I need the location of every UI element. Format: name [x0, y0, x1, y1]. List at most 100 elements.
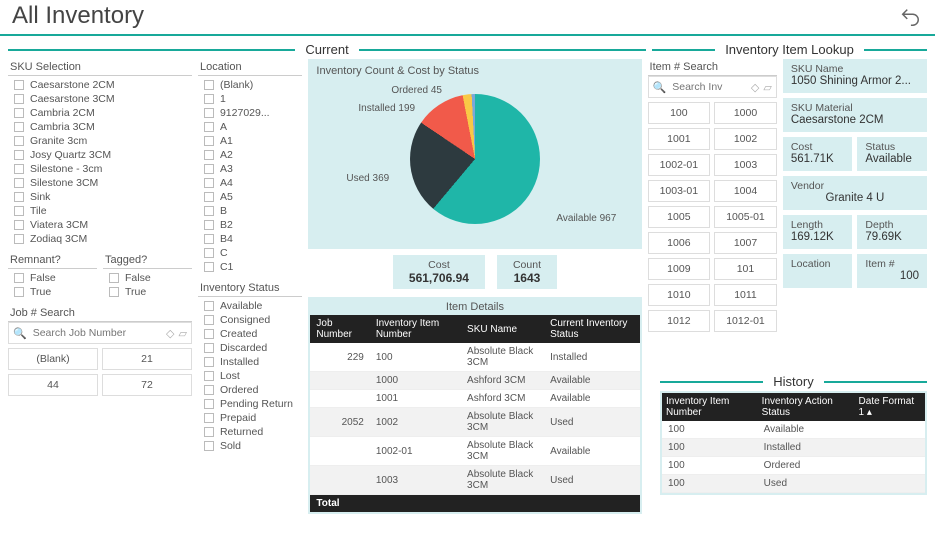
chart-inventory-count-cost[interactable]: Inventory Count & Cost by Status Ordered… [308, 59, 641, 249]
slicer-option[interactable]: A3 [198, 162, 302, 176]
filter-pill[interactable]: 1000 [714, 102, 777, 124]
slicer-option[interactable]: 9127029... [198, 106, 302, 120]
slicer-location[interactable]: Location (Blank)19127029...AA1A2A3A4A5BB… [198, 59, 302, 274]
slicer-option[interactable]: Lost [198, 369, 302, 383]
slicer-option[interactable]: A2 [198, 148, 302, 162]
slicer-option[interactable]: 1 [198, 92, 302, 106]
filter-pill[interactable]: 1009 [648, 258, 711, 280]
filter-pill[interactable]: 1003-01 [648, 180, 711, 202]
filter-pill[interactable]: 101 [714, 258, 777, 280]
table-row[interactable]: 100Ordered [662, 457, 925, 475]
pin-icon[interactable]: ◇ [166, 327, 174, 340]
table-row[interactable]: 1003Absolute Black 3CMUsed [310, 466, 639, 495]
slicer-option[interactable]: Zodiaq 3CM [8, 232, 192, 246]
slicer-option[interactable]: Prepaid [198, 411, 302, 425]
slicer-option[interactable]: Available [198, 299, 302, 313]
column-header[interactable]: Inventory Action Status [758, 393, 855, 421]
slicer-option[interactable]: Pending Return [198, 397, 302, 411]
slicer-option[interactable]: Created [198, 327, 302, 341]
slicer-option[interactable]: B [198, 204, 302, 218]
filter-pill[interactable]: (Blank) [8, 348, 98, 370]
slicer-option[interactable]: Returned [198, 425, 302, 439]
slicer-item-search[interactable]: Item # Search 🔍 ◇ ▱ 1001000100110021002-… [648, 59, 777, 332]
slicer-option[interactable]: Cambria 2CM [8, 106, 192, 120]
column-header[interactable]: Inventory Item Number [662, 393, 758, 421]
slicer-option[interactable]: C [198, 246, 302, 260]
slicer-remnant[interactable]: Remnant? FalseTrue [8, 252, 97, 299]
column-header[interactable]: SKU Name [461, 315, 544, 343]
table-row[interactable]: 100Installed [662, 439, 925, 457]
slicer-sku-selection[interactable]: SKU Selection Caesarstone 2CMCaesarstone… [8, 59, 192, 246]
table-row[interactable]: 20521002Absolute Black 3CMUsed [310, 408, 639, 437]
slicer-option[interactable]: Cambria 3CM [8, 120, 192, 134]
slicer-option[interactable]: Consigned [198, 313, 302, 327]
filter-pill[interactable]: 72 [102, 374, 192, 396]
job-search-input[interactable] [31, 326, 162, 340]
slicer-option[interactable]: Silestone 3CM [8, 176, 192, 190]
column-header[interactable]: Current Inventory Status [544, 315, 639, 343]
table-row[interactable]: 229100Absolute Black 3CMInstalled [310, 343, 639, 372]
pin-icon[interactable]: ◇ [751, 81, 759, 94]
filter-pill[interactable]: 1003 [714, 154, 777, 176]
slicer-option[interactable]: A5 [198, 190, 302, 204]
filter-pill[interactable]: 1011 [714, 284, 777, 306]
filter-pill[interactable]: 1006 [648, 232, 711, 254]
slicer-option[interactable]: True [103, 285, 192, 299]
filter-pill[interactable]: 21 [102, 348, 192, 370]
eraser-icon[interactable]: ▱ [763, 81, 771, 94]
slicer-inventory-status[interactable]: Inventory Status AvailableConsignedCreat… [198, 280, 302, 453]
slicer-option[interactable]: B4 [198, 232, 302, 246]
table-row[interactable]: 100Used [662, 475, 925, 493]
slicer-option[interactable]: (Blank) [198, 78, 302, 92]
filter-pill[interactable]: 1010 [648, 284, 711, 306]
slicer-option[interactable]: Ordered [198, 383, 302, 397]
pie-label-installed: Installed 199 [358, 103, 415, 114]
table-history[interactable]: Inventory Item NumberInventory Action St… [660, 391, 927, 495]
filter-pill[interactable]: 1002 [714, 128, 777, 150]
filter-pill[interactable]: 1004 [714, 180, 777, 202]
filter-pill[interactable]: 1012-01 [714, 310, 777, 332]
column-header[interactable]: Date Format 1 [855, 393, 925, 421]
slicer-option[interactable]: Sink [8, 190, 192, 204]
slicer-option[interactable]: Josy Quartz 3CM [8, 148, 192, 162]
filter-pill[interactable]: 1012 [648, 310, 711, 332]
slicer-option[interactable]: C1 [198, 260, 302, 274]
slicer-option[interactable]: False [8, 271, 97, 285]
slicer-option[interactable]: Discarded [198, 341, 302, 355]
filter-pill[interactable]: 1007 [714, 232, 777, 254]
filter-pill[interactable]: 1005-01 [714, 206, 777, 228]
item-search-input[interactable] [670, 80, 747, 94]
slicer-job-search[interactable]: Job # Search 🔍 ◇ ▱ (Blank)214472 [8, 305, 192, 396]
filter-pill[interactable]: 1001 [648, 128, 711, 150]
slicer-option[interactable]: Tile [8, 204, 192, 218]
slicer-option[interactable]: Granite 3cm [8, 134, 192, 148]
back-button[interactable] [899, 6, 921, 34]
slicer-option[interactable]: Silestone - 3cm [8, 162, 192, 176]
slicer-option[interactable]: B2 [198, 218, 302, 232]
slicer-option[interactable]: False [103, 271, 192, 285]
slicer-option[interactable]: Installed [198, 355, 302, 369]
filter-pill[interactable]: 1005 [648, 206, 711, 228]
table-row[interactable]: 100Available [662, 421, 925, 439]
column-header[interactable]: Inventory Item Number [370, 315, 461, 343]
slicer-option[interactable]: A1 [198, 134, 302, 148]
filter-pill[interactable]: 1002-01 [648, 154, 711, 176]
slicer-option[interactable]: Caesarstone 3CM [8, 92, 192, 106]
slicer-option[interactable]: Viatera 3CM [8, 218, 192, 232]
table-row[interactable]: 1002-01Absolute Black 3CMAvailable [310, 437, 639, 466]
column-header[interactable]: Job Number [310, 315, 369, 343]
filter-pill[interactable]: 100 [648, 102, 711, 124]
slicer-option[interactable]: True [8, 285, 97, 299]
table-row[interactable]: 1001Ashford 3CMAvailable [310, 390, 639, 408]
slicer-option[interactable]: A [198, 120, 302, 134]
slicer-option[interactable]: Caesarstone 2CM [8, 78, 192, 92]
eraser-icon[interactable]: ▱ [179, 327, 187, 340]
table-row[interactable]: 1000Ashford 3CMAvailable [310, 372, 639, 390]
table-item-details[interactable]: Item Details Job NumberInventory Item Nu… [308, 297, 641, 514]
slicer-option[interactable]: Sold [198, 439, 302, 453]
slicer-option[interactable]: A4 [198, 176, 302, 190]
checkbox-icon [204, 413, 214, 423]
checkbox-icon [14, 164, 24, 174]
filter-pill[interactable]: 44 [8, 374, 98, 396]
slicer-tagged[interactable]: Tagged? FalseTrue [103, 252, 192, 299]
